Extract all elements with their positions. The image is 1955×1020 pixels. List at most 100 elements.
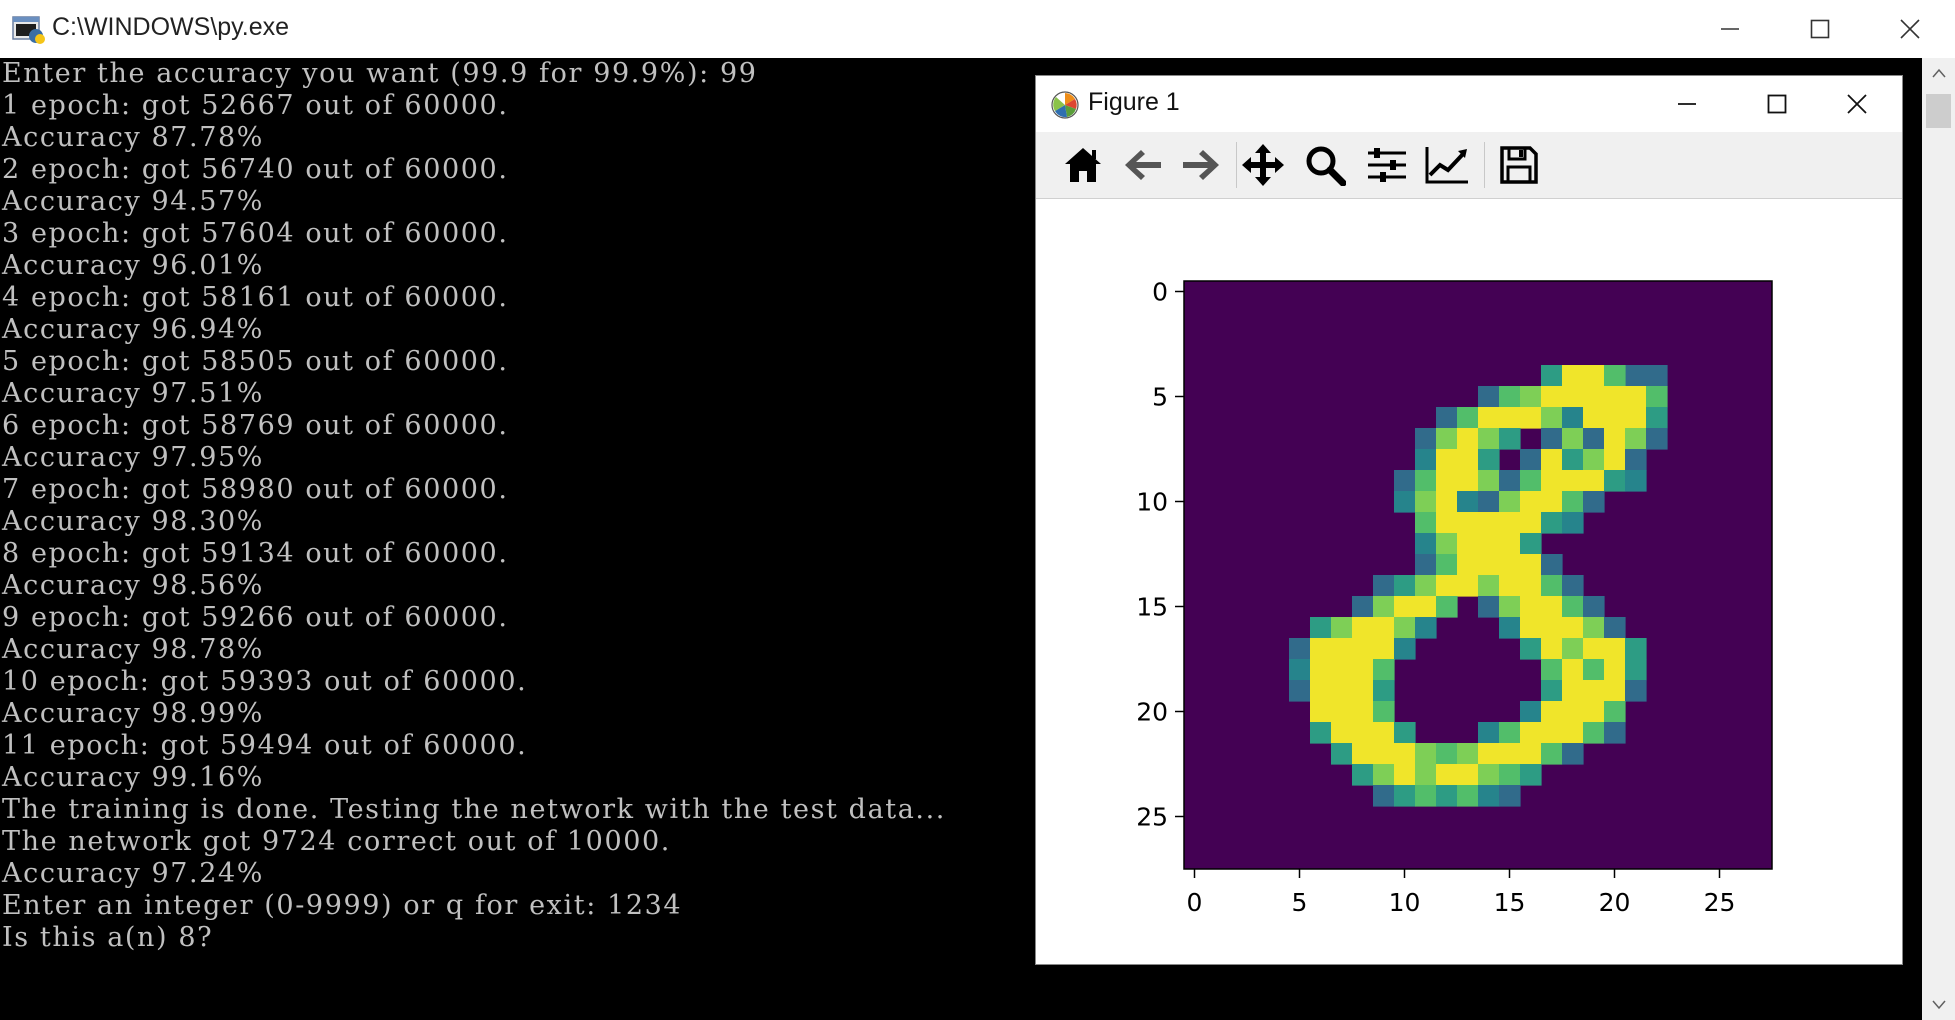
save-button[interactable] bbox=[1496, 142, 1542, 188]
heatmap-cell bbox=[1562, 512, 1584, 534]
heatmap-cell bbox=[1352, 596, 1374, 618]
heatmap-cell bbox=[1541, 512, 1563, 534]
console-line: 9 epoch: got 59266 out of 60000. bbox=[2, 602, 509, 633]
heatmap-cell bbox=[1352, 659, 1374, 681]
figure-minimize-button[interactable] bbox=[1642, 76, 1732, 132]
figure-close-button[interactable] bbox=[1812, 76, 1902, 132]
console-titlebar[interactable]: C:\WINDOWS\py.exe bbox=[0, 0, 1955, 58]
heatmap-cell bbox=[1373, 638, 1395, 660]
configure-subplots-button[interactable] bbox=[1364, 142, 1410, 188]
heatmap-cell bbox=[1520, 743, 1542, 765]
heatmap-cell bbox=[1499, 512, 1521, 534]
x-tick-label: 15 bbox=[1494, 888, 1526, 917]
toolbar-separator bbox=[1236, 142, 1237, 188]
heatmap-cell bbox=[1352, 638, 1374, 660]
heatmap-cell bbox=[1520, 617, 1542, 639]
heatmap-cell bbox=[1394, 764, 1416, 786]
heatmap-cell bbox=[1310, 701, 1332, 723]
heatmap-cell bbox=[1541, 491, 1563, 513]
console-line: 2 epoch: got 56740 out of 60000. bbox=[2, 154, 509, 185]
heatmap-cell bbox=[1583, 407, 1605, 429]
maximize-button[interactable] bbox=[1775, 0, 1865, 58]
heatmap-cell bbox=[1541, 386, 1563, 408]
scrollbar-thumb[interactable] bbox=[1926, 94, 1951, 128]
heatmap-cell bbox=[1310, 722, 1332, 744]
console-line: 7 epoch: got 58980 out of 60000. bbox=[2, 474, 509, 505]
heatmap-cell bbox=[1478, 386, 1500, 408]
heatmap-cell bbox=[1499, 617, 1521, 639]
scroll-down-button[interactable] bbox=[1922, 990, 1955, 1020]
heatmap-cell bbox=[1499, 407, 1521, 429]
heatmap-cell bbox=[1478, 470, 1500, 492]
heatmap-cell bbox=[1541, 449, 1563, 471]
heatmap-cell bbox=[1541, 365, 1563, 387]
minimize-button[interactable] bbox=[1685, 0, 1775, 58]
heatmap-cell bbox=[1373, 575, 1395, 597]
console-line: Enter the accuracy you want (99.9 for 99… bbox=[2, 58, 758, 89]
heatmap-cell bbox=[1394, 617, 1416, 639]
heatmap-cell bbox=[1415, 575, 1437, 597]
heatmap-cell bbox=[1499, 386, 1521, 408]
figure-titlebar[interactable]: Figure 1 bbox=[1036, 76, 1902, 132]
edit-axis-button[interactable] bbox=[1424, 142, 1470, 188]
matplotlib-icon bbox=[1051, 91, 1079, 119]
heatmap-cell bbox=[1520, 470, 1542, 492]
console-line: Accuracy 87.78% bbox=[2, 122, 265, 153]
figure-window[interactable]: Figure 1 0 5 10 15 20 25 0 5 10 15 20 25 bbox=[1036, 76, 1902, 964]
heatmap-cell bbox=[1415, 617, 1437, 639]
heatmap-cell bbox=[1604, 638, 1626, 660]
heatmap-cell bbox=[1436, 785, 1458, 807]
heatmap-cell bbox=[1457, 470, 1479, 492]
forward-button[interactable] bbox=[1178, 142, 1224, 188]
heatmap-cell bbox=[1499, 785, 1521, 807]
heatmap-cell bbox=[1541, 617, 1563, 639]
heatmap-cell bbox=[1562, 680, 1584, 702]
console-line: 10 epoch: got 59393 out of 60000. bbox=[2, 666, 528, 697]
heatmap-cell bbox=[1499, 764, 1521, 786]
heatmap-cell bbox=[1457, 764, 1479, 786]
heatmap-cell bbox=[1352, 617, 1374, 639]
heatmap-cell bbox=[1373, 701, 1395, 723]
heatmap-cell bbox=[1583, 722, 1605, 744]
vertical-scrollbar[interactable] bbox=[1922, 58, 1955, 1020]
heatmap-cell bbox=[1499, 491, 1521, 513]
console-line: Accuracy 97.95% bbox=[2, 442, 265, 473]
heatmap-cell bbox=[1604, 680, 1626, 702]
heatmap-cell bbox=[1499, 554, 1521, 576]
heatmap-cell bbox=[1415, 512, 1437, 534]
close-button[interactable] bbox=[1865, 0, 1955, 58]
heatmap-cell bbox=[1562, 722, 1584, 744]
heatmap-cell bbox=[1457, 533, 1479, 555]
heatmap-cell bbox=[1499, 722, 1521, 744]
heatmap-cell bbox=[1520, 407, 1542, 429]
heatmap-cell bbox=[1562, 617, 1584, 639]
home-button[interactable] bbox=[1060, 142, 1106, 188]
heatmap-cell bbox=[1520, 449, 1542, 471]
zoom-icon bbox=[1306, 146, 1346, 186]
x-tick-label: 20 bbox=[1599, 888, 1631, 917]
heatmap-cell bbox=[1604, 428, 1626, 450]
pan-button[interactable] bbox=[1240, 142, 1286, 188]
heatmap-cell bbox=[1373, 659, 1395, 681]
console-line: Accuracy 96.01% bbox=[2, 250, 265, 281]
back-button[interactable] bbox=[1120, 142, 1166, 188]
heatmap-cell bbox=[1520, 386, 1542, 408]
scroll-up-button[interactable] bbox=[1922, 58, 1955, 88]
heatmap-cell bbox=[1604, 365, 1626, 387]
heatmap-cell bbox=[1289, 659, 1311, 681]
heatmap-cell bbox=[1436, 428, 1458, 450]
plot-canvas[interactable]: 0 5 10 15 20 25 0 5 10 15 20 25 bbox=[1036, 199, 1902, 964]
heatmap-cell bbox=[1415, 764, 1437, 786]
heatmap-cell bbox=[1457, 554, 1479, 576]
close-icon bbox=[1847, 94, 1867, 114]
heatmap-cell bbox=[1373, 596, 1395, 618]
heatmap-cell bbox=[1289, 638, 1311, 660]
heatmap-cell bbox=[1310, 680, 1332, 702]
zoom-button[interactable] bbox=[1302, 142, 1348, 188]
heatmap-cell bbox=[1520, 491, 1542, 513]
console-line: 6 epoch: got 58769 out of 60000. bbox=[2, 410, 509, 441]
x-tick-label: 10 bbox=[1389, 888, 1421, 917]
figure-maximize-button[interactable] bbox=[1732, 76, 1822, 132]
chevron-up-icon bbox=[1931, 68, 1946, 78]
figure-toolbar bbox=[1036, 132, 1902, 199]
